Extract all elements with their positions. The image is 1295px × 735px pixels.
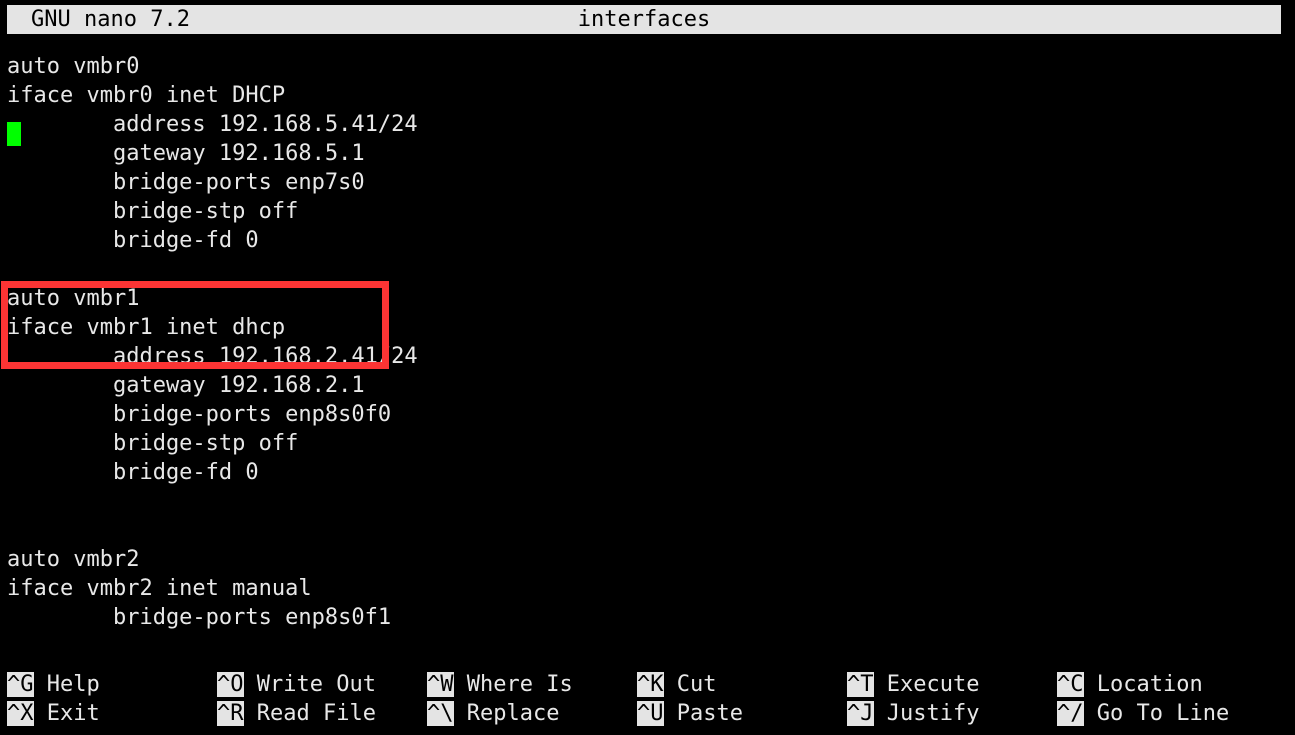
editor-line: bridge-ports enp7s0 bbox=[7, 170, 365, 195]
shortcut-label: Execute bbox=[873, 672, 980, 697]
shortcut-cut[interactable]: ^K Cut bbox=[637, 670, 716, 699]
shortcut-write-out[interactable]: ^O Write Out bbox=[217, 670, 376, 699]
titlebar-filename: interfaces bbox=[577, 7, 711, 32]
editor-line: address 192.168.2.41/24 bbox=[7, 344, 418, 369]
shortcut-label: Go To Line bbox=[1083, 701, 1230, 726]
editor-line: address 192.168.5.41/24 bbox=[7, 112, 418, 137]
shortcut-label: Write Out bbox=[243, 672, 376, 697]
shortcut-go-to-line[interactable]: ^/ Go To Line bbox=[1057, 699, 1229, 728]
shortcut-exit[interactable]: ^X Exit bbox=[7, 699, 100, 728]
shortcut-key: ^X bbox=[7, 701, 34, 726]
shortcut-label: Help bbox=[33, 672, 100, 697]
shortcut-help-bar: ^G Help ^X Exit ^O Write Out ^R Read File ^W… bbox=[0, 670, 1295, 735]
shortcut-key: ^\ bbox=[427, 701, 454, 726]
shortcut-key: ^J bbox=[847, 701, 874, 726]
shortcut-label: Read File bbox=[243, 701, 376, 726]
shortcut-where-is[interactable]: ^W Where Is bbox=[427, 670, 573, 699]
shortcut-location[interactable]: ^C Location bbox=[1057, 670, 1203, 699]
shortcut-paste[interactable]: ^U Paste bbox=[637, 699, 743, 728]
text-cursor bbox=[7, 122, 21, 146]
shortcut-replace[interactable]: ^\ Replace bbox=[427, 699, 559, 728]
shortcut-help[interactable]: ^G Help bbox=[7, 670, 100, 699]
editor-line: auto vmbr0 bbox=[7, 54, 140, 79]
editor-line: auto vmbr1 bbox=[7, 286, 140, 311]
editor-text-area[interactable]: auto vmbr0 iface vmbr0 inet DHCP address … bbox=[0, 52, 1295, 662]
shortcut-key: ^C bbox=[1057, 672, 1084, 697]
shortcut-key: ^K bbox=[637, 672, 664, 697]
shortcut-label: Location bbox=[1083, 672, 1203, 697]
titlebar: GNU nano 7.2 interfaces bbox=[7, 5, 1281, 34]
editor-line: bridge-fd 0 bbox=[7, 460, 259, 485]
shortcut-label: Where Is bbox=[453, 672, 573, 697]
shortcut-key: ^U bbox=[637, 701, 664, 726]
editor-line: bridge-stp off bbox=[7, 431, 299, 456]
editor-line: bridge-ports enp8s0f1 bbox=[7, 605, 392, 630]
shortcut-key: ^G bbox=[7, 672, 34, 697]
shortcut-read-file[interactable]: ^R Read File bbox=[217, 699, 376, 728]
shortcut-label: Exit bbox=[33, 701, 100, 726]
editor-line: bridge-stp off bbox=[7, 199, 299, 224]
shortcut-key: ^W bbox=[427, 672, 454, 697]
shortcut-label: Paste bbox=[663, 701, 743, 726]
editor-line: bridge-ports enp8s0f0 bbox=[7, 402, 392, 427]
shortcut-key: ^T bbox=[847, 672, 874, 697]
editor-line: gateway 192.168.2.1 bbox=[7, 373, 365, 398]
editor-line: iface vmbr1 inet dhcp bbox=[7, 315, 286, 340]
editor-line: bridge-fd 0 bbox=[7, 228, 259, 253]
editor-line: iface vmbr2 inet manual bbox=[7, 576, 312, 601]
editor-line: iface vmbr0 inet DHCP bbox=[7, 83, 286, 108]
shortcut-key: ^/ bbox=[1057, 701, 1084, 726]
nano-editor-window: GNU nano 7.2 interfaces auto vmbr0 iface … bbox=[0, 0, 1295, 735]
shortcut-label: Replace bbox=[453, 701, 560, 726]
editor-line: gateway 192.168.5.1 bbox=[7, 141, 365, 166]
shortcut-label: Justify bbox=[873, 701, 980, 726]
shortcut-key: ^O bbox=[217, 672, 244, 697]
shortcut-execute[interactable]: ^T Execute bbox=[847, 670, 979, 699]
shortcut-key: ^R bbox=[217, 701, 244, 726]
shortcut-label: Cut bbox=[663, 672, 717, 697]
editor-line: auto vmbr2 bbox=[7, 547, 140, 572]
shortcut-justify[interactable]: ^J Justify bbox=[847, 699, 979, 728]
